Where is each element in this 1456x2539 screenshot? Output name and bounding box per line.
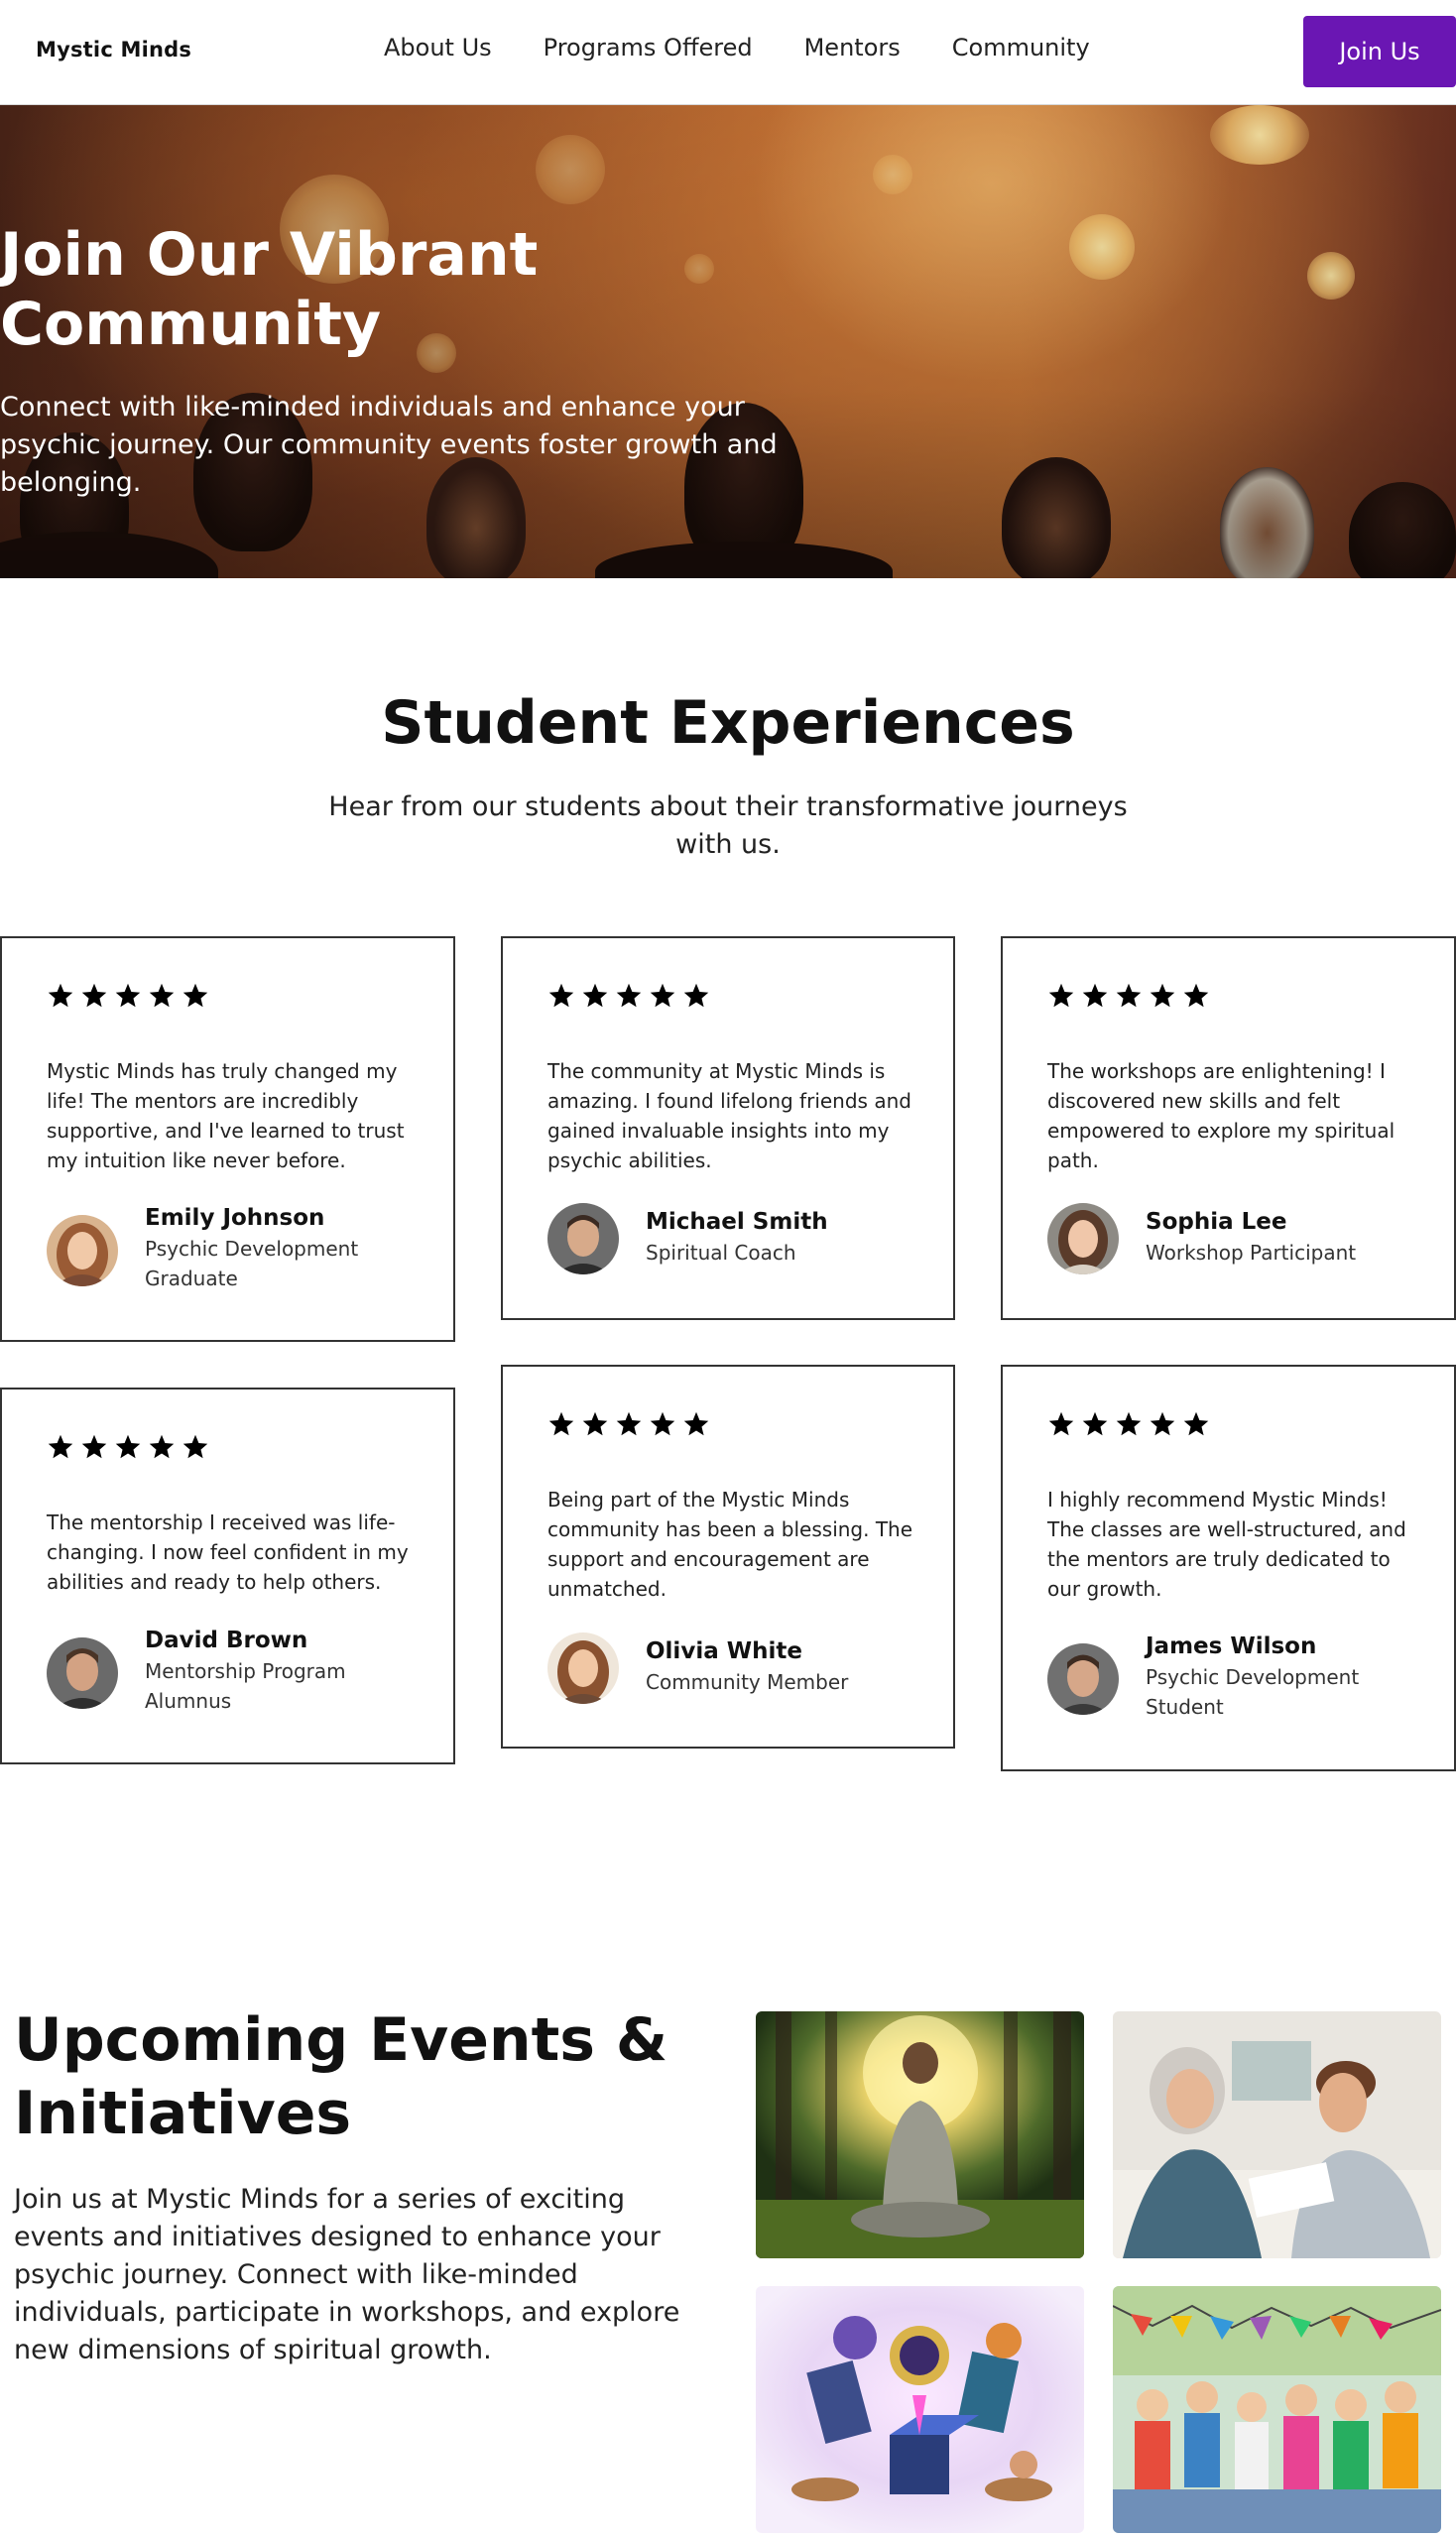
testimonial-author: Emily Johnson Psychic Development Gradua… [145,1202,393,1293]
author-role: Community Member [646,1670,849,1694]
star-rating [47,1433,209,1461]
testimonial-card: I highly recommend Mystic Minds! The cla… [1001,1365,1456,1771]
top-navigation: Mystic Minds About Us Programs Offered M… [0,0,1456,105]
testimonials-subtitle: Hear from our students about their trans… [328,791,1128,860]
star-icon [1116,1411,1142,1436]
star-icon [1048,1411,1074,1436]
star-icon [182,983,208,1008]
star-icon [683,1411,709,1436]
testimonial-card: Mystic Minds has truly changed my life! … [0,936,455,1342]
star-icon [616,983,642,1008]
star-icon [115,983,141,1008]
star-icon [683,983,709,1008]
author-name: Olivia White [646,1638,802,1664]
testimonial-quote: The community at Mystic Minds is amazing… [547,1059,911,1172]
star-icon [1183,983,1209,1008]
star-icon [1082,983,1108,1008]
testimonial-quote: The workshops are enlightening! I discov… [1047,1059,1395,1172]
testimonial-author: Sophia Lee Workshop Participant [1146,1206,1394,1268]
testimonial-card: Being part of the Mystic Minds community… [501,1365,955,1749]
nav-link-about-us[interactable]: About Us [384,34,492,61]
star-icon [81,1434,107,1459]
avatar [547,1632,619,1704]
star-icon [548,1411,574,1436]
star-icon [1150,1411,1175,1436]
avatar [47,1637,118,1709]
author-name: David Brown [145,1628,308,1653]
hero-subtitle: Connect with like-minded individuals and… [0,392,778,498]
star-icon [616,1411,642,1436]
star-icon [1183,1411,1209,1436]
testimonial-quote: Mystic Minds has truly changed my life! … [47,1059,405,1172]
events-title: Upcoming Events & Initiatives [14,2005,668,2148]
star-icon [1150,983,1175,1008]
star-icon [582,1411,608,1436]
mentoring-session-image [1113,2011,1441,2258]
star-rating [547,982,710,1010]
star-icon [650,983,675,1008]
nav-link-mentors[interactable]: Mentors [804,34,901,61]
star-rating [547,1410,710,1438]
testimonial-author: Olivia White Community Member [646,1635,894,1697]
star-icon [582,983,608,1008]
hero-banner: Join Our Vibrant Community Connect with … [0,105,1456,578]
join-us-button[interactable]: Join Us [1303,16,1456,87]
star-rating [1047,982,1210,1010]
star-icon [650,1411,675,1436]
events-description: Join us at Mystic Minds for a series of … [14,2184,680,2365]
author-name: Sophia Lee [1146,1209,1287,1235]
author-role: Workshop Participant [1146,1241,1357,1265]
nav-links: About Us Programs Offered Mentors Commun… [384,34,1090,61]
star-icon [182,1434,208,1459]
avatar [1047,1643,1119,1715]
testimonial-quote: The mentorship I received was life-chang… [47,1511,409,1594]
avatar [1047,1203,1119,1274]
testimonial-author: Michael Smith Spiritual Coach [646,1206,894,1268]
nav-link-programs-offered[interactable]: Programs Offered [544,34,753,61]
testimonial-author: James Wilson Psychic Development Student [1146,1631,1394,1722]
author-name: Michael Smith [646,1209,828,1235]
star-icon [149,983,175,1008]
star-icon [1048,983,1074,1008]
site-logo[interactable]: Mystic Minds [36,38,191,61]
star-icon [115,1434,141,1459]
testimonial-quote: Being part of the Mystic Minds community… [547,1488,913,1601]
psychic-tools-image [756,2286,1084,2533]
author-role: Mentorship Program Alumnus [145,1659,346,1713]
community-festival-image [1113,2286,1441,2533]
author-role: Psychic Development Student [1146,1665,1360,1719]
star-icon [48,1434,73,1459]
avatar [47,1215,118,1286]
meditation-image [756,2011,1084,2258]
testimonial-author: David Brown Mentorship Program Alumnus [145,1625,393,1716]
star-icon [1116,983,1142,1008]
author-role: Psychic Development Graduate [145,1237,359,1290]
author-name: Emily Johnson [145,1205,325,1231]
avatar [547,1203,619,1274]
star-rating [1047,1410,1210,1438]
testimonial-card: The mentorship I received was life-chang… [0,1388,455,1764]
hero-title: Join Our Vibrant Community [0,220,539,359]
testimonial-card: The workshops are enlightening! I discov… [1001,936,1456,1320]
star-rating [47,982,209,1010]
star-icon [48,983,73,1008]
star-icon [149,1434,175,1459]
nav-link-community[interactable]: Community [952,34,1090,61]
testimonial-quote: I highly recommend Mystic Minds! The cla… [1047,1488,1406,1601]
star-icon [1082,1411,1108,1436]
testimonial-card: The community at Mystic Minds is amazing… [501,936,955,1320]
author-role: Spiritual Coach [646,1241,796,1265]
star-icon [548,983,574,1008]
author-name: James Wilson [1146,1633,1317,1659]
star-icon [81,983,107,1008]
testimonials-title: Student Experiences [381,688,1075,758]
